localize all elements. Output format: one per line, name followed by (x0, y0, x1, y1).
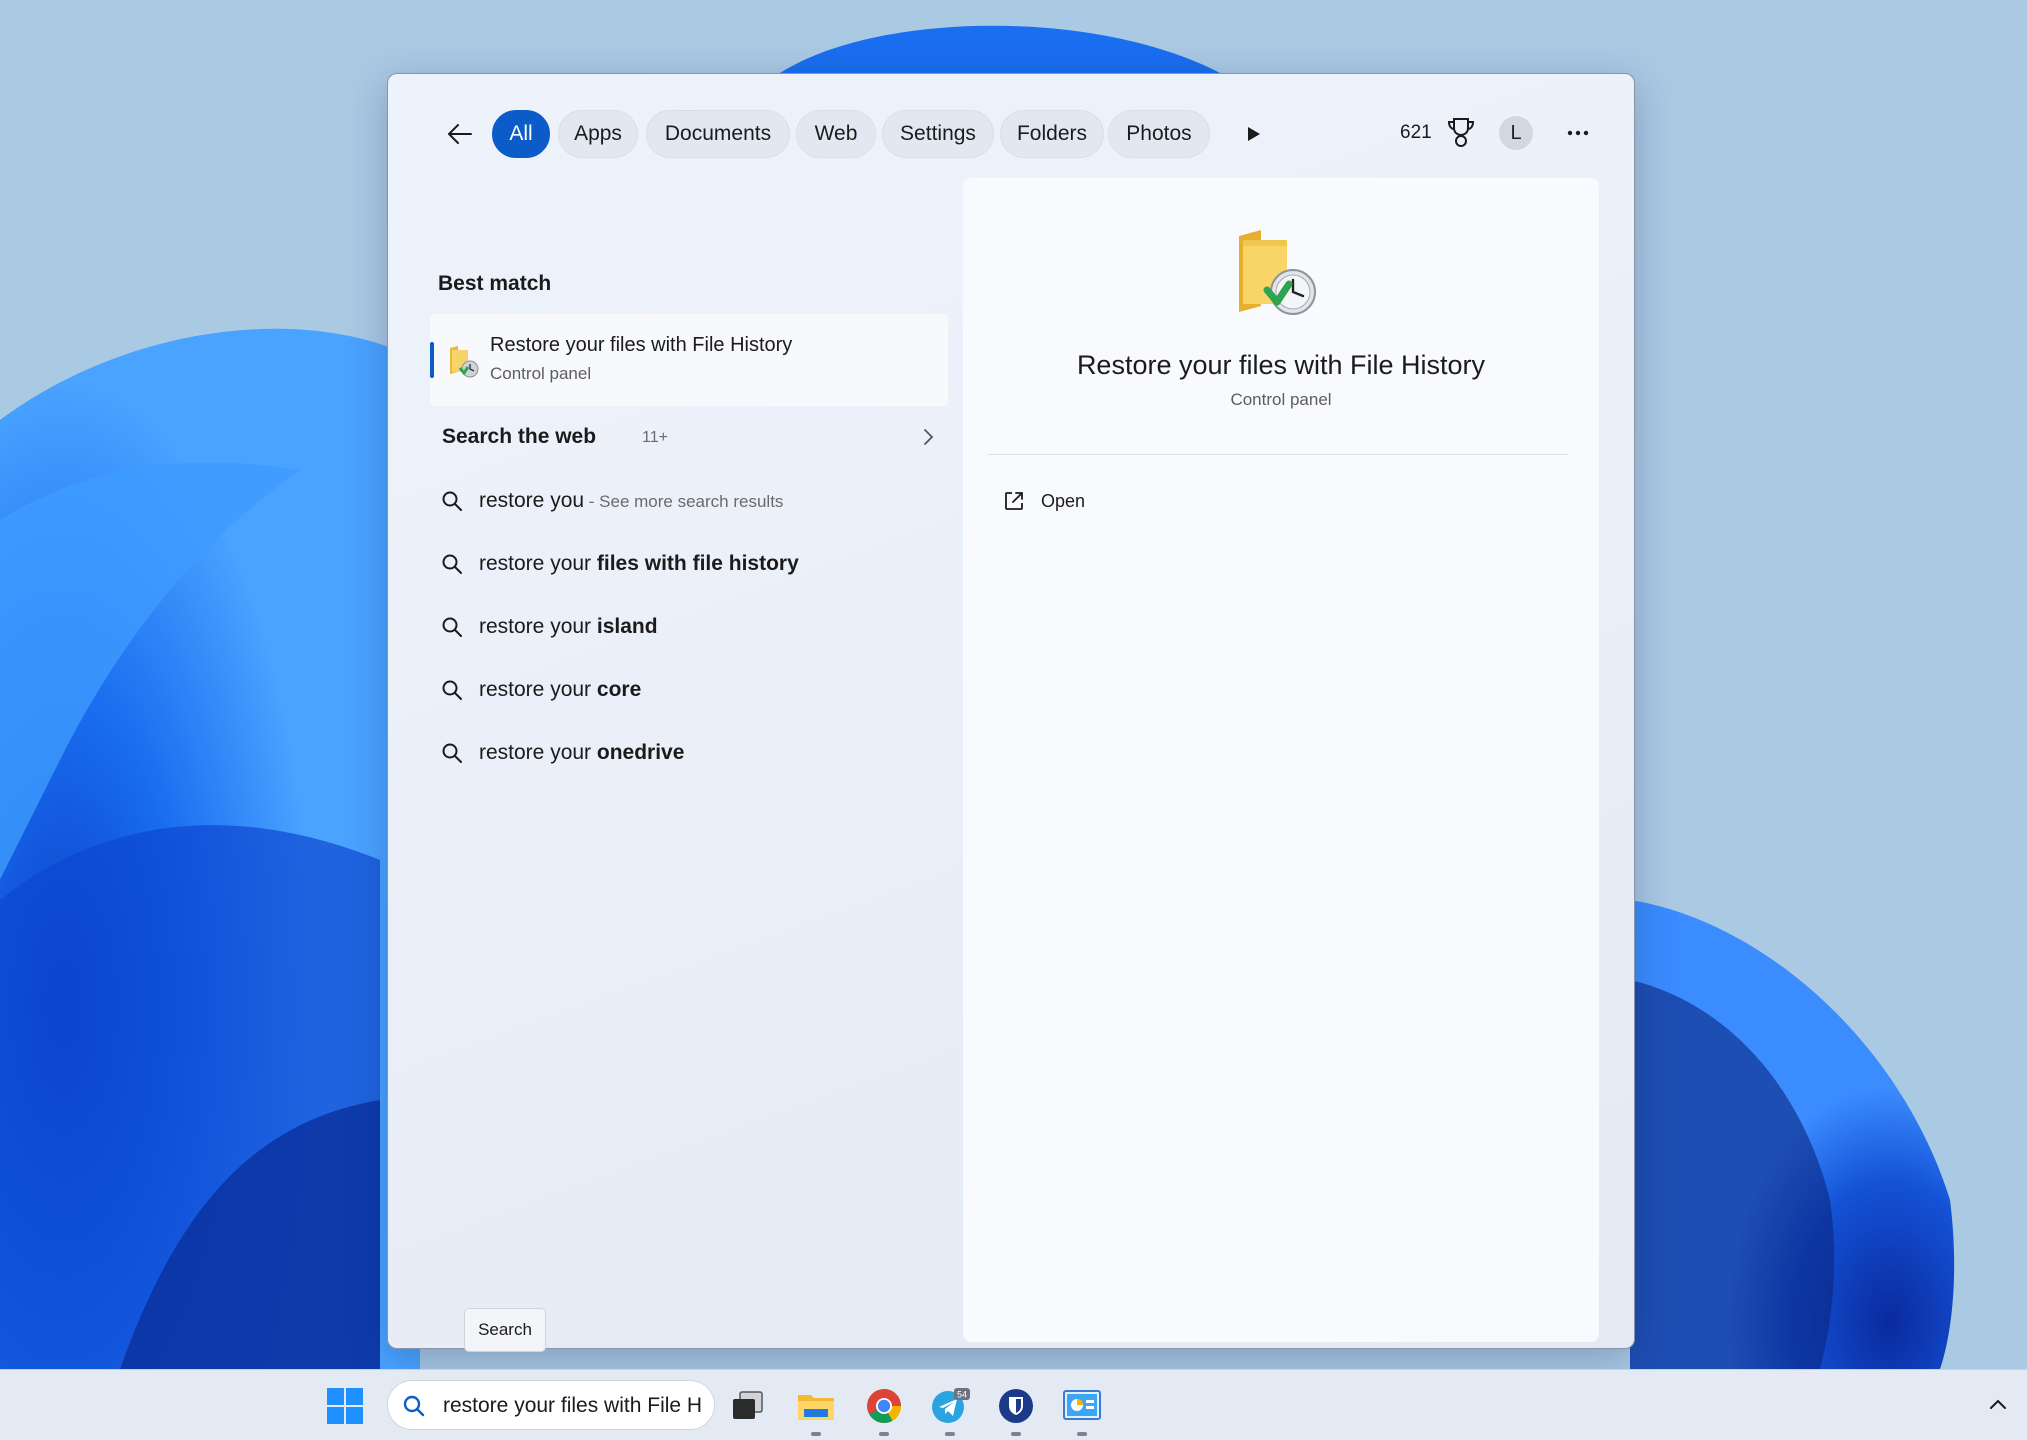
account-avatar[interactable]: L (1499, 116, 1533, 150)
search-filter-bar: All Apps Documents Web Settings Folders … (388, 74, 1634, 192)
chrome-icon (867, 1389, 901, 1423)
best-match-title: Restore your files with File History (490, 334, 793, 356)
web-suggestion[interactable]: restore your files with file history (430, 537, 948, 591)
suggestion-text: restore you (479, 489, 585, 512)
suggestion-completion: files with file history (596, 552, 799, 575)
suggestion-text: restore your (479, 552, 597, 575)
web-suggestion[interactable]: restore you - See more search results (430, 474, 948, 528)
best-match-item[interactable]: Restore your files with File History Con… (430, 314, 948, 406)
suggestion-text: restore your (479, 615, 597, 638)
selection-indicator (430, 342, 434, 378)
search-web-header[interactable]: Search the web 11+ (430, 412, 948, 462)
web-suggestion[interactable]: restore your core (430, 663, 948, 717)
taskbar-search-value: restore your files with File H (443, 1394, 703, 1417)
telegram-badge: 54 (957, 1390, 967, 1400)
filter-documents[interactable]: Documents (646, 110, 790, 158)
open-external-icon (1005, 492, 1023, 510)
shield-icon (999, 1389, 1033, 1423)
windows-start-icon[interactable] (326, 1387, 364, 1425)
ellipsis-icon (1567, 130, 1589, 136)
filter-apps[interactable]: Apps (558, 110, 638, 158)
filter-folders[interactable]: Folders (1000, 110, 1104, 158)
taskbar-telegram[interactable]: 54 (928, 1384, 972, 1436)
taskbar-file-explorer[interactable] (794, 1384, 838, 1436)
web-suggestion[interactable]: restore your onedrive (430, 726, 948, 780)
detail-subtitle: Control panel (1230, 390, 1332, 409)
taskbar-task-view[interactable] (726, 1384, 770, 1428)
search-icon (442, 554, 462, 574)
taskbar-bitwarden[interactable] (994, 1384, 1038, 1436)
search-icon (442, 491, 462, 511)
open-button[interactable]: Open (993, 478, 1193, 524)
web-suggestion[interactable]: restore your island (430, 600, 948, 654)
results-list: Best match Restore your files with File … (388, 192, 948, 1342)
search-web-count: 11+ (642, 429, 668, 446)
more-filters-button[interactable] (1234, 114, 1274, 154)
search-icon (442, 617, 462, 637)
suggestion-completion: core (596, 678, 642, 701)
search-icon (403, 1395, 425, 1417)
filter-web[interactable]: Web (796, 110, 876, 158)
running-indicator (1077, 1432, 1087, 1436)
running-indicator (811, 1432, 821, 1436)
suggestion-hint: - See more search results (584, 492, 784, 511)
suggestion-text: restore your (479, 678, 597, 701)
search-web-heading: Search the web (442, 425, 597, 448)
detail-title: Restore your files with File History (1076, 350, 1486, 380)
filter-all[interactable]: All (492, 110, 550, 158)
folder-icon (798, 1395, 834, 1420)
taskbar-chrome[interactable] (862, 1384, 906, 1436)
running-indicator (945, 1432, 955, 1436)
filter-settings[interactable]: Settings (882, 110, 994, 158)
back-button[interactable] (440, 114, 480, 154)
trophy-icon[interactable] (1446, 116, 1476, 148)
detail-pane: Restore your files with File History Con… (963, 178, 1599, 1342)
divider (988, 454, 1568, 455)
chevron-right-icon (924, 429, 934, 445)
search-panel: All Apps Documents Web Settings Folders … (387, 73, 1635, 1349)
suggestion-completion: onedrive (596, 741, 685, 764)
running-indicator (1011, 1432, 1021, 1436)
suggestion-text: restore your (479, 741, 597, 764)
search-icon (442, 743, 462, 763)
search-tooltip: Search (464, 1308, 546, 1352)
taskbar: restore your files with File H 54 (0, 1369, 2027, 1440)
file-history-folder-icon (450, 346, 479, 378)
best-match-heading: Best match (438, 272, 552, 295)
telegram-icon: 54 (932, 1388, 970, 1423)
search-icon (442, 680, 462, 700)
arrow-left-icon (448, 124, 472, 144)
taskbar-control-panel[interactable] (1060, 1384, 1104, 1436)
task-view-icon (733, 1391, 763, 1419)
rewards-points: 621 (1400, 122, 1432, 143)
chevron-up-icon[interactable] (1985, 1392, 2011, 1418)
taskbar-search-box[interactable]: restore your files with File H (387, 1380, 715, 1430)
running-indicator (879, 1432, 889, 1436)
play-icon (1248, 127, 1260, 141)
suggestion-completion: island (596, 615, 658, 638)
file-history-folder-icon (1239, 230, 1316, 315)
more-options-button[interactable] (1558, 116, 1598, 150)
control-panel-icon (1063, 1390, 1101, 1420)
best-match-subtitle: Control panel (490, 364, 592, 383)
filter-photos[interactable]: Photos (1108, 110, 1210, 158)
open-label: Open (1041, 491, 1086, 511)
